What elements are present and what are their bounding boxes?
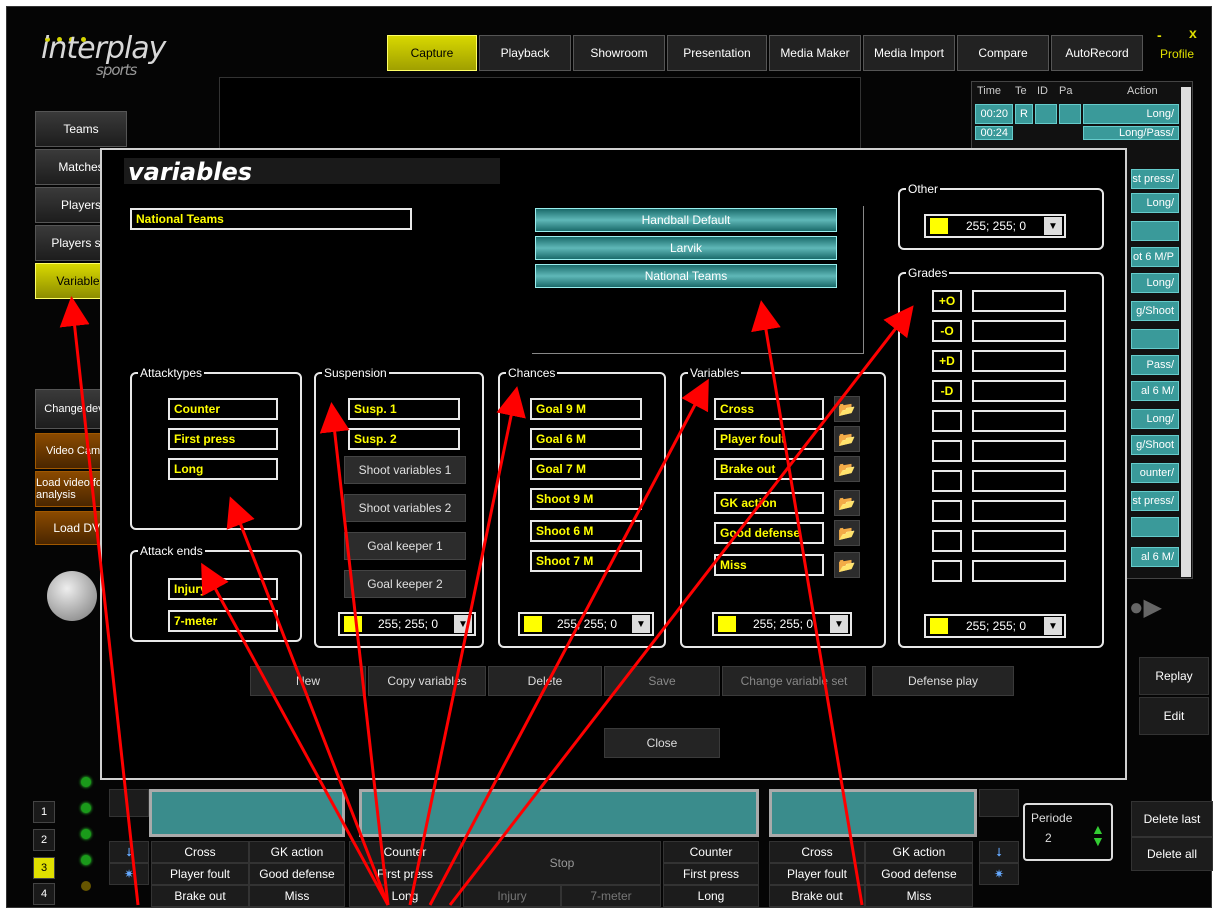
annotation-arrow bbox=[428, 378, 709, 906]
annotation-arrow bbox=[201, 562, 390, 906]
annotation-arrow bbox=[448, 305, 914, 906]
annotation-arrow bbox=[751, 300, 864, 906]
annotation-arrow bbox=[59, 296, 140, 906]
annotation-arrows bbox=[59, 296, 914, 906]
annotation-arrow bbox=[408, 386, 526, 906]
